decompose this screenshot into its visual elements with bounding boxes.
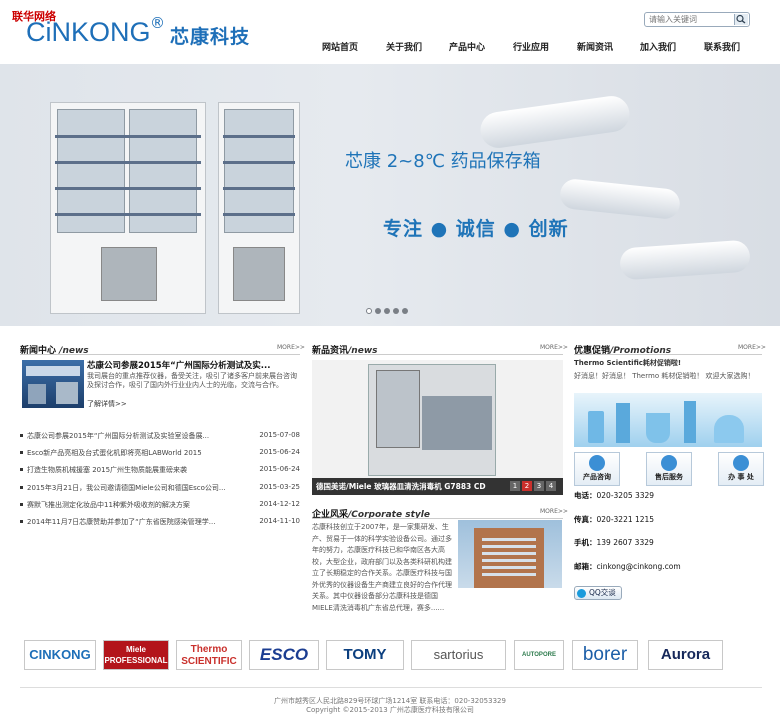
slide-page-active[interactable]: 2	[522, 481, 532, 491]
brand-logo-miele[interactable]: Miele PROFESSIONAL	[103, 640, 169, 670]
slide-page[interactable]: 4	[546, 481, 556, 491]
slide-caption: 德国美诺/Miele 玻璃器皿清洗消毒机 G7883 CD	[316, 482, 486, 491]
brand-logo-borer[interactable]: borer	[572, 640, 638, 670]
fridge-double-image	[50, 102, 206, 314]
footer-copyright: Copyright ©2015-2013 广州芯康医疗科技有限公司	[306, 706, 474, 714]
promo-text: 好消息！好消息！ Thermo 耗材促销啦！ 欢迎大家选购！	[574, 372, 755, 380]
hero-banner[interactable]: 芯康 2~8℃ 药品保存箱 专注 ● 诚信 ● 创新	[0, 64, 780, 326]
slider-dot[interactable]	[402, 308, 408, 314]
pill-decoration	[558, 177, 682, 221]
logo-registered-mark: ®	[150, 14, 165, 32]
consult-icon	[589, 455, 605, 471]
footer-address: 广州市越秀区人民北路829号环球广场1214室 联系电话：020-3205332…	[274, 697, 506, 705]
brand-logo-tomy[interactable]: TOMY	[326, 640, 404, 670]
news-more-link[interactable]: MORE>>	[277, 344, 305, 351]
promo-headline[interactable]: Thermo Scientific耗材促销啦!	[574, 358, 681, 368]
brand-logo-sartorius[interactable]: sartorius	[411, 640, 506, 670]
site-logo[interactable]: CiNKONG ® 芯康科技	[26, 14, 256, 56]
banner-slogan: 专注 ● 诚信 ● 创新	[383, 218, 569, 240]
slide-page[interactable]: 3	[534, 481, 544, 491]
qq-chat-button[interactable]: QQ交谈	[574, 586, 622, 600]
nav-news[interactable]: 新闻资讯	[577, 40, 613, 53]
banner-title: 芯康 2~8℃ 药品保存箱	[345, 151, 541, 172]
logo-cn: 芯康科技	[170, 26, 251, 48]
logo-en: CiNKONG	[26, 17, 151, 47]
new-products-more-link[interactable]: MORE>>	[540, 344, 568, 351]
service-icon	[661, 455, 677, 471]
brand-logo-thermo[interactable]: Thermo SCIENTIFIC	[176, 640, 242, 670]
list-item[interactable]: 打造生物质机械援塞 2015广州生物质能展重磅来袭 2015-06-24	[20, 465, 300, 477]
contact-email[interactable]: 邮箱：cinkong@cinkong.com	[574, 561, 681, 572]
slide-pager: 1 2 3 4	[510, 481, 556, 491]
service-consult-button[interactable]: 产品咨询	[574, 452, 620, 486]
slider-dot[interactable]	[393, 308, 399, 314]
list-item[interactable]: 2014年11月7日芯康赞助并参加了“广东省医院感染管理学... 2014-11-…	[20, 517, 300, 529]
slider-dot[interactable]	[384, 308, 390, 314]
slide-page[interactable]: 1	[510, 481, 520, 491]
fridge-single-image	[218, 102, 300, 314]
featured-news-link[interactable]: 了解详情>>	[87, 399, 127, 409]
promo-labware-image[interactable]	[574, 393, 762, 447]
contact-mobile: 手机：139 2607 3329	[574, 538, 654, 547]
search-button[interactable]	[734, 14, 748, 25]
pill-decoration	[478, 93, 632, 151]
nav-applications[interactable]: 行业应用	[513, 40, 549, 53]
brand-logo-cinkong[interactable]: CINKONG	[24, 640, 96, 670]
search-box	[644, 12, 750, 27]
product-slide[interactable]: 德国美诺/Miele 玻璃器皿清洗消毒机 G7883 CD 1 2 3 4	[312, 360, 563, 495]
corporate-building-image	[458, 520, 562, 588]
pill-decoration	[619, 239, 751, 281]
slider-dot[interactable]	[366, 308, 372, 314]
corporate-text-a: 芯康科技创立于2007年，是一家集研发、生产、贸易于一体的科学实验设备公司。通过…	[312, 523, 452, 612]
nav-home[interactable]: 网站首页	[322, 40, 358, 53]
slider-dot[interactable]	[375, 308, 381, 314]
brand-logo-aurora[interactable]: Aurora	[648, 640, 723, 670]
nav-products[interactable]: 产品中心	[449, 40, 485, 53]
contact-phone: 电话：020-3205 3329	[574, 491, 655, 500]
contact-fax: 传真：020-3221 1215	[574, 515, 655, 524]
nav-about[interactable]: 关于我们	[386, 40, 422, 53]
corporate-more-link[interactable]: MORE>>	[540, 508, 568, 515]
search-icon	[736, 14, 746, 24]
slider-dots	[366, 307, 411, 316]
office-icon	[733, 455, 749, 471]
qq-icon	[577, 589, 586, 598]
featured-news-text: 我司展台的重点推荐仪器，备受关注，吸引了诸多客户前来展台咨询及探讨合作，吸引了国…	[87, 372, 297, 389]
featured-news-image[interactable]	[22, 360, 84, 408]
nav-join[interactable]: 加入我们	[640, 40, 676, 53]
service-aftersale-button[interactable]: 售后服务	[646, 452, 692, 486]
brand-logo-esco[interactable]: ESCO	[249, 640, 319, 670]
list-item[interactable]: 2015年3月21日，我公司邀请德国Miele公司和德国Esco公司... 201…	[20, 483, 300, 495]
list-item[interactable]: 赛默飞推出测定化妆品中11种紫外吸收剂的解决方案 2014-12-12	[20, 500, 300, 512]
service-office-button[interactable]: 办 事 处	[718, 452, 764, 486]
featured-news-title[interactable]: 芯康公司参展2015年“广州国际分析测试及实...	[87, 359, 270, 371]
list-item[interactable]: 芯康公司参展2015年“广州国际分析测试及实验室设备展... 2015-07-08	[20, 431, 300, 443]
search-input[interactable]	[645, 13, 733, 26]
nav-contact[interactable]: 联系我们	[704, 40, 740, 53]
footer: 广州市越秀区人民北路829号环球广场1214室 联系电话：020-3205332…	[0, 697, 780, 715]
brand-logo-autopore[interactable]: AUTOPORE	[514, 640, 564, 670]
promotions-more-link[interactable]: MORE>>	[738, 344, 766, 351]
list-item[interactable]: Esco新产品亮相及台式蛋化机即将亮相LABWorld 2015 2015-06-…	[20, 448, 300, 460]
